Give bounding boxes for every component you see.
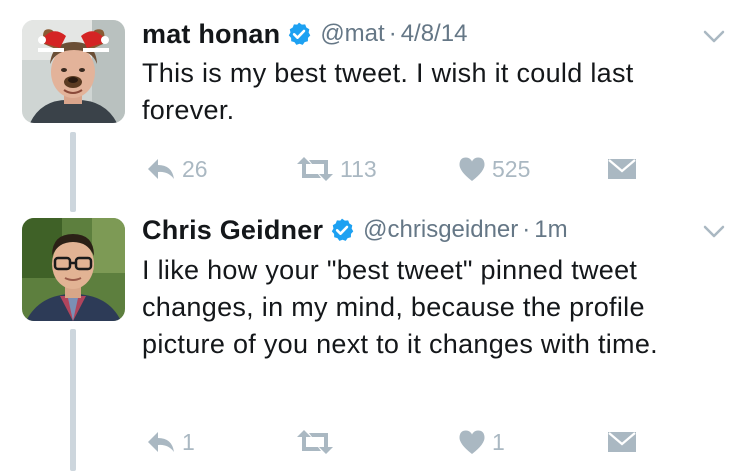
direct-message-button[interactable] — [607, 424, 637, 460]
thread-line — [70, 329, 76, 471]
display-name[interactable]: mat honan — [142, 19, 280, 50]
like-count: 1 — [492, 428, 505, 455]
avatar-image — [22, 218, 125, 321]
tweet-header: Chris Geidner @chrisgeidner · 1m — [142, 213, 727, 247]
verified-badge-icon — [286, 21, 312, 47]
chevron-down-icon[interactable] — [703, 225, 725, 239]
tweet-text: This is my best tweet. I wish it could l… — [142, 58, 634, 125]
like-button[interactable]: 1 — [458, 424, 505, 460]
separator-dot: · — [388, 20, 397, 47]
retweet-icon — [296, 156, 334, 182]
tweet-header: mat honan @mat · 4/8/14 — [142, 17, 727, 51]
reply-count: 1 — [182, 428, 195, 455]
tweet: mat honan @mat · 4/8/14 This is my best … — [0, 0, 747, 212]
thread-line — [70, 132, 76, 212]
retweet-icon — [296, 429, 334, 455]
direct-message-button[interactable] — [607, 151, 637, 187]
tweet-text: I like how your "best tweet" pinned twee… — [142, 255, 658, 359]
heart-icon — [458, 429, 486, 455]
verified-badge-icon — [329, 217, 355, 243]
retweet-button[interactable]: 113 — [296, 151, 377, 187]
timestamp[interactable]: 4/8/14 — [401, 20, 468, 48]
reply-button[interactable]: 26 — [146, 151, 208, 187]
tweet-actions: 1 1 — [142, 424, 662, 460]
envelope-icon — [607, 157, 637, 181]
envelope-icon — [607, 430, 637, 454]
heart-icon — [458, 156, 486, 182]
like-count: 525 — [492, 155, 531, 182]
reply-count: 26 — [182, 155, 208, 182]
reply-icon — [146, 430, 176, 454]
tweet-actions: 26 113 525 — [142, 151, 662, 187]
handle[interactable]: @mat — [320, 20, 384, 48]
avatar[interactable] — [22, 20, 125, 123]
avatar-image — [22, 20, 125, 123]
separator-dot: · — [522, 216, 531, 243]
avatar[interactable] — [22, 218, 125, 321]
display-name[interactable]: Chris Geidner — [142, 215, 323, 246]
reply-button[interactable]: 1 — [146, 424, 195, 460]
timestamp[interactable]: 1m — [534, 216, 567, 244]
chevron-down-icon[interactable] — [703, 30, 725, 44]
retweet-button[interactable] — [296, 424, 340, 460]
handle[interactable]: @chrisgeidner — [363, 216, 518, 244]
retweet-count: 113 — [340, 155, 377, 182]
like-button[interactable]: 525 — [458, 151, 530, 187]
reply-icon — [146, 157, 176, 181]
tweet: Chris Geidner @chrisgeidner · 1m I like … — [0, 212, 747, 471]
